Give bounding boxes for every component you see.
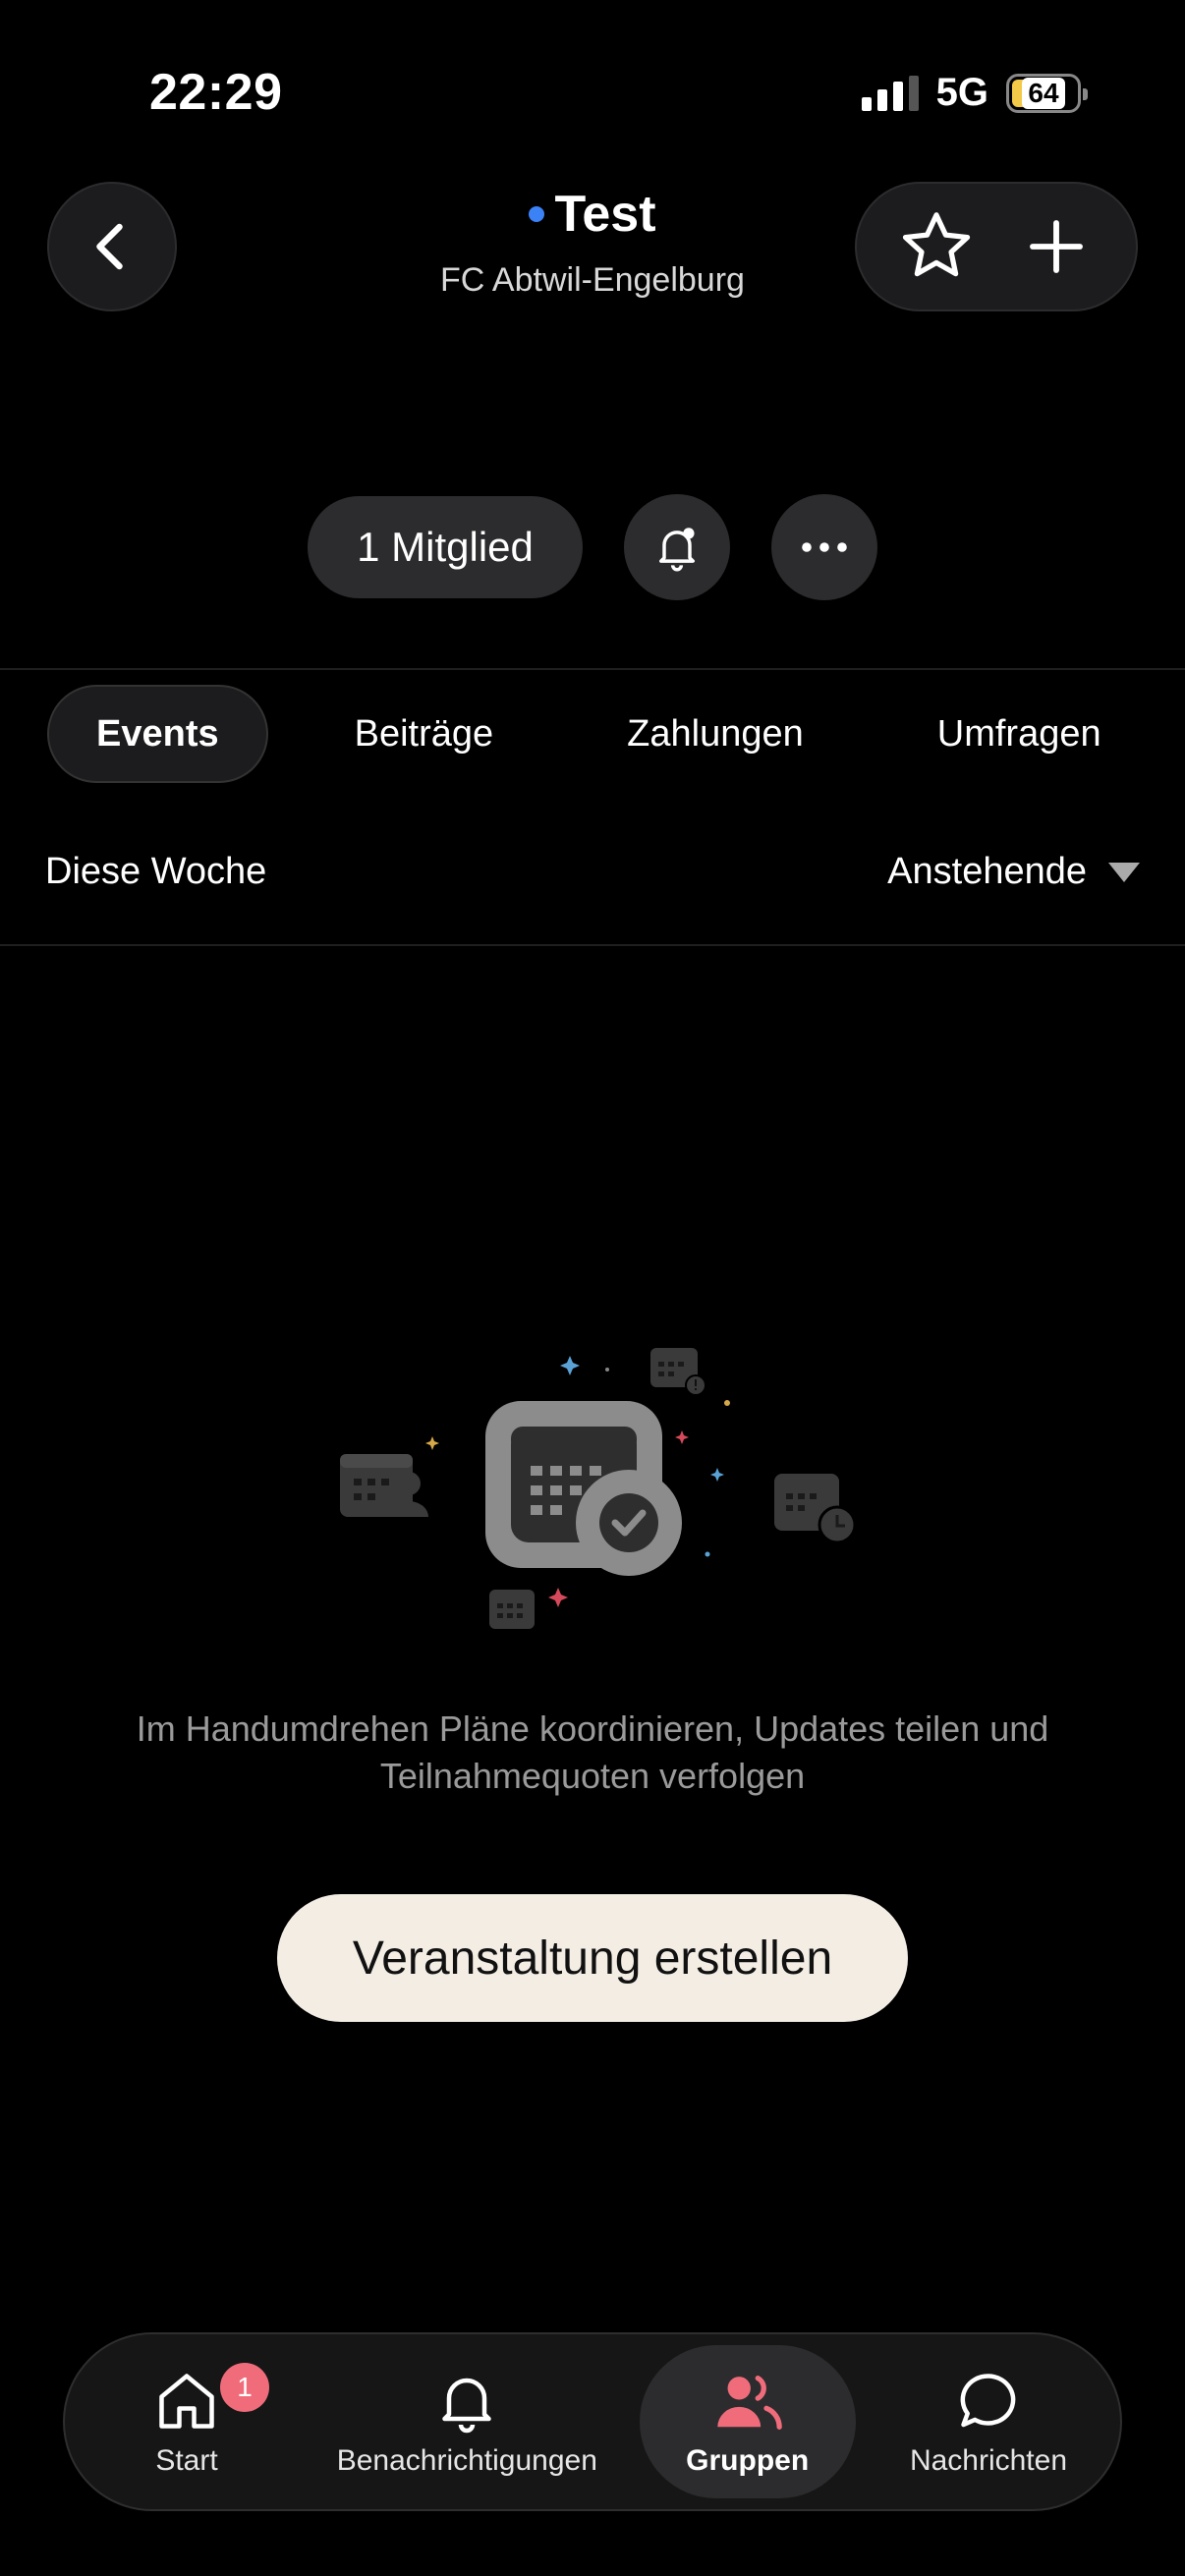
- empty-state-text: Im Handumdrehen Pläne koordinieren, Upda…: [136, 1708, 1049, 1796]
- status-icons: 5G 64: [861, 71, 1088, 115]
- bell-icon: [658, 528, 695, 572]
- bottom-nav: Start 1 Benachrichtigungen Gruppen Nachr…: [63, 2332, 1122, 2511]
- members-button[interactable]: 1 Mitglied: [308, 496, 583, 598]
- battery-level: 64: [1022, 77, 1065, 109]
- tab-bar: Events Beiträge Zahlungen Umfragen: [47, 685, 1149, 783]
- status-dot: [529, 206, 545, 222]
- plus-icon: [1030, 220, 1083, 273]
- nav-groups[interactable]: Gruppen: [639, 2345, 856, 2498]
- member-row: 1 Mitglied: [0, 494, 1185, 600]
- upcoming-dropdown[interactable]: Anstehende: [887, 851, 1140, 893]
- divider: [0, 668, 1185, 670]
- network-label: 5G: [935, 71, 988, 114]
- divider: [0, 944, 1185, 946]
- tab-payments[interactable]: Zahlungen: [580, 685, 851, 783]
- notification-settings-button[interactable]: [623, 494, 730, 600]
- calendar-illustration: [340, 1348, 857, 1629]
- chat-bubble-icon: [960, 2374, 1016, 2428]
- battery-icon: 64: [1006, 73, 1088, 113]
- nav-messages[interactable]: Nachrichten: [871, 2345, 1106, 2498]
- upcoming-dropdown-label: Anstehende: [887, 851, 1087, 892]
- notification-badge: 1: [220, 2363, 269, 2412]
- ellipsis-icon: [802, 542, 847, 552]
- tab-events[interactable]: Events: [47, 685, 268, 783]
- page-title: Test: [554, 186, 656, 243]
- nav-start[interactable]: Start 1: [79, 2345, 295, 2498]
- nav-groups-label: Gruppen: [686, 2444, 810, 2477]
- status-time: 22:29: [149, 64, 283, 121]
- signal-icon: [861, 75, 919, 111]
- groups-icon: [716, 2375, 782, 2430]
- tab-posts[interactable]: Beiträge: [308, 685, 541, 783]
- header-actions: [855, 182, 1138, 311]
- nav-notifications-label: Benachrichtigungen: [336, 2444, 597, 2477]
- favorite-button[interactable]: [892, 202, 981, 291]
- tab-polls[interactable]: Umfragen: [890, 685, 1149, 783]
- more-button[interactable]: [770, 494, 877, 600]
- nav-messages-label: Nachrichten: [909, 2444, 1068, 2477]
- star-icon: [902, 212, 971, 277]
- create-event-button[interactable]: Veranstaltung erstellen: [277, 1894, 908, 2022]
- add-button[interactable]: [1012, 202, 1100, 291]
- bell-icon: [442, 2378, 492, 2434]
- nav-notifications[interactable]: Benachrichtigungen: [310, 2345, 624, 2498]
- home-icon: [159, 2374, 214, 2429]
- week-filter-label: Diese Woche: [45, 851, 267, 892]
- dropdown-triangle-icon: [1108, 862, 1140, 882]
- nav-start-label: Start: [155, 2444, 218, 2477]
